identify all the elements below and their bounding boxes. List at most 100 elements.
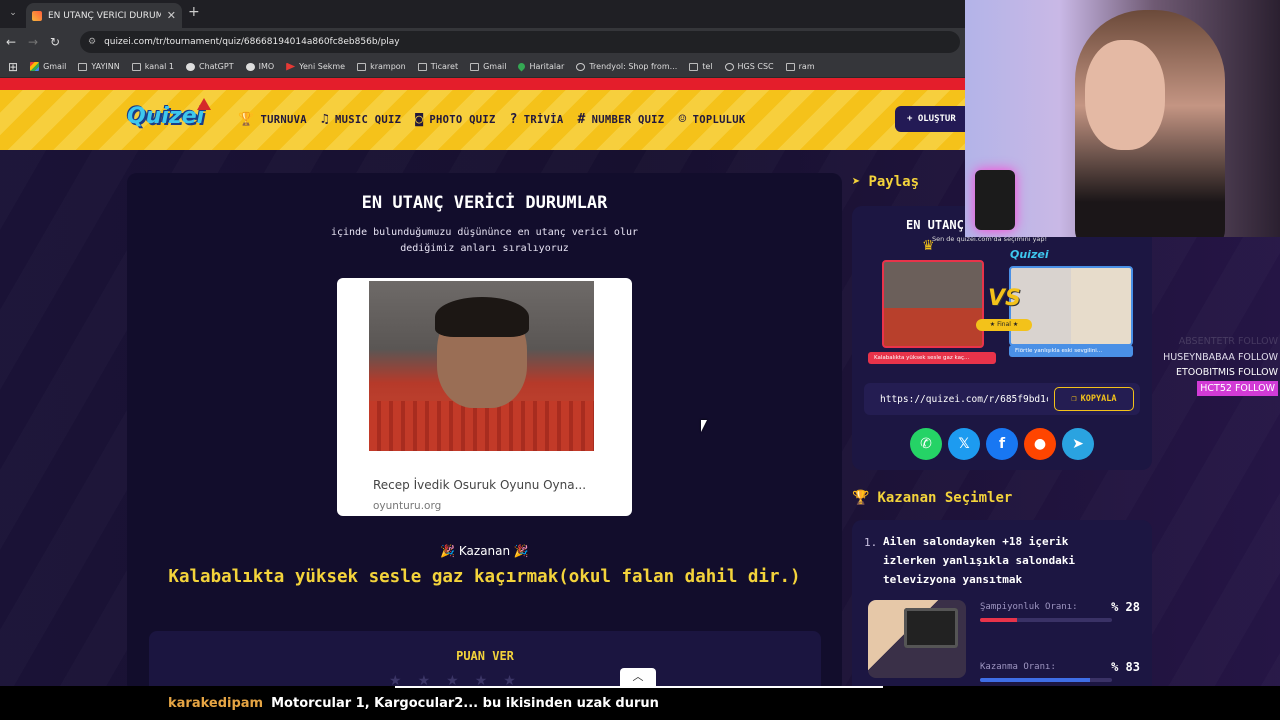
tab-favicon-icon (32, 10, 42, 21)
bookmark-imo[interactable]: IMO (245, 62, 274, 71)
bookmark-hgs[interactable]: HGS CSC (724, 62, 774, 71)
camera-icon: ◙ (415, 112, 424, 127)
tab-title: EN UTANÇ VERİCİ DURUMLAR (48, 10, 161, 21)
play-icon (286, 62, 296, 71)
share-left-image (882, 260, 984, 348)
folder-icon (357, 62, 367, 71)
top-strip (0, 78, 965, 90)
music-note-icon: ♫ (320, 112, 329, 127)
scroll-to-top-button[interactable]: ︿ (620, 668, 656, 686)
microphone (975, 170, 1015, 230)
bookmark-tel[interactable]: tel (689, 62, 713, 71)
whatsapp-icon[interactable]: ✆ (910, 428, 942, 460)
main-nav: 🏆 TURNUVA ♫ MUSIC QUIZ ◙ PHOTO QUIZ ? TRİVİA… (238, 112, 746, 127)
tab-search-icon[interactable]: ⌄ (6, 6, 20, 20)
share-card: EN UTANÇ Sen de quizei.com'da seçimini y… (852, 206, 1152, 470)
nav-music-quiz[interactable]: ♫ MUSIC QUIZ (321, 112, 401, 127)
bookmark-ram[interactable]: ram (785, 62, 815, 71)
nav-photo-quiz[interactable]: ◙ PHOTO QUIZ (415, 112, 495, 127)
nav-topluluk[interactable]: ☺ TOPLULUK (678, 112, 745, 127)
telegram-icon[interactable]: ➤ (1062, 428, 1094, 460)
maps-pin-icon (517, 61, 527, 72)
ticker-progress-line (395, 686, 883, 688)
chat-ticker: karakedipam Motorcular 1, Kargocular2...… (0, 686, 1280, 720)
follow-alert-highlight: HCT52 FOLLOW (1150, 380, 1278, 396)
win-rate-bar (980, 678, 1112, 682)
trophy-icon: 🏆 (238, 112, 255, 127)
chatgpt-icon (185, 62, 195, 71)
facebook-icon[interactable]: f (986, 428, 1018, 460)
copy-button[interactable]: ❐ KOPYALA (1054, 387, 1134, 411)
share-heading: ➤ Paylaş (852, 174, 920, 190)
champion-rate-fill (980, 618, 1017, 622)
folder-icon (689, 62, 699, 71)
rating-box: PUAN VER ★ ★ ★ ★ ★ (149, 631, 821, 688)
reload-icon[interactable]: ↻ (44, 35, 66, 49)
globe-icon (576, 62, 586, 71)
social-share-row: ✆ 𝕏 f ● ➤ (910, 428, 1094, 460)
champion-rate-label: Şampiyonluk Oranı: (980, 602, 1078, 612)
apps-icon[interactable]: ⊞ (8, 60, 18, 74)
bookmark-gmail[interactable]: Gmail (30, 62, 66, 71)
image-caption: Recep İvedik Osuruk Oyunu Oyna... (373, 478, 587, 492)
win-rate: Kazanma Oranı: % 83 (980, 660, 1140, 674)
address-bar[interactable]: ⚙ quizei.com/tr/tournament/quiz/68668194… (80, 31, 960, 53)
bookmark-trendyol[interactable]: Trendyol: Shop from... (576, 62, 677, 71)
nav-trivia[interactable]: ? TRİVİA (510, 112, 564, 127)
bookmark-yeni-sekme[interactable]: Yeni Sekme (286, 62, 345, 71)
chat-message: Motorcular 1, Kargocular2... bu ikisinde… (271, 695, 659, 711)
nav-turnuva[interactable]: 🏆 TURNUVA (238, 112, 307, 127)
browser-tab[interactable]: EN UTANÇ VERİCİ DURUMLAR ✕ (26, 3, 182, 28)
folder-icon (785, 62, 795, 71)
mouse-cursor (701, 420, 707, 432)
winner-choice-text: Ailen salondayken +18 içerik izlerken ya… (883, 535, 1076, 586)
bookmark-ticaret[interactable]: Ticaret (417, 62, 458, 71)
trophy-icon: 🏆 (852, 490, 870, 506)
hash-icon: # (577, 112, 586, 127)
winner-choice-item[interactable]: 1. Ailen salondayken +18 içerik izlerken… (852, 520, 1152, 688)
share-right-image (1009, 266, 1133, 346)
new-tab-icon[interactable]: + (188, 4, 200, 20)
bookmark-chatgpt[interactable]: ChatGPT (185, 62, 234, 71)
nav-number-quiz[interactable]: # NUMBER QUIZ (577, 112, 664, 127)
follow-alert: ABSENTETR FOLLOW (1178, 336, 1278, 347)
chevron-up-icon: ︿ (632, 670, 644, 683)
bookmark-kanal1[interactable]: kanal 1 (131, 62, 174, 71)
winner-text: Kalabalıkta yüksek sesle gaz kaçırmak(ok… (168, 567, 801, 587)
url-text: quizei.com/tr/tournament/quiz/6866819401… (104, 37, 400, 47)
forward-icon[interactable]: → (22, 35, 44, 49)
imo-icon (245, 62, 255, 71)
x-twitter-icon[interactable]: 𝕏 (948, 428, 980, 460)
address-toolbar: ← → ↻ ⚙ quizei.com/tr/tournament/quiz/68… (0, 28, 965, 56)
tab-close-icon[interactable]: ✕ (167, 9, 176, 22)
share-link-input[interactable]: https://quizei.com/r/685f9bd1c (880, 394, 1048, 405)
follow-alerts: ABSENTETR FOLLOW HUSEYNBABAA FOLLOW ETOO… (1150, 334, 1278, 396)
share-left-caption: Kalabalıkta yüksek sesle gaz kaç... (868, 352, 996, 364)
follow-alert: ETOOBITMIS FOLLOW (1175, 367, 1278, 378)
copy-icon: ❐ (1071, 394, 1077, 404)
bookmark-yayinn[interactable]: YAYINN (78, 62, 120, 71)
browser-tabbar: ⌄ EN UTANÇ VERİCİ DURUMLAR ✕ + (0, 0, 965, 28)
bookmark-haritalar[interactable]: Haritalar (517, 61, 564, 72)
bookmark-gmail-2[interactable]: Gmail (470, 62, 506, 71)
share-card-title: EN UTANÇ (906, 218, 964, 232)
follow-alert: HUSEYNBABAA FOLLOW (1163, 351, 1278, 363)
winner-photo (369, 281, 594, 451)
vs-badge: VS (988, 286, 1021, 311)
quiz-description: içinde bulunduğumuzu düşününce en utanç … (330, 227, 639, 254)
champion-rate: Şampiyonluk Oranı: % 28 (980, 600, 1140, 614)
send-icon: ➤ (852, 174, 861, 190)
back-icon[interactable]: ← (0, 35, 22, 49)
quiz-title: EN UTANÇ VERİCİ DURUMLAR (361, 193, 608, 213)
reddit-icon[interactable]: ● (1024, 428, 1056, 460)
site-info-icon[interactable]: ⚙ (88, 37, 96, 47)
quizei-logo[interactable]: Quizei (127, 98, 211, 134)
bookmark-krampon[interactable]: krampon (357, 62, 406, 71)
quiz-result-panel: EN UTANÇ VERİCİ DURUMLAR içinde bulunduğ… (127, 173, 842, 688)
globe-icon (724, 62, 734, 71)
site-navbar: Quizei 🏆 TURNUVA ♫ MUSIC QUIZ ◙ PHOTO QUIZ … (0, 90, 985, 150)
question-bubble-icon: ? (509, 112, 518, 127)
champion-rate-bar (980, 618, 1112, 622)
folder-icon (470, 62, 480, 71)
winner-image-card[interactable]: Recep İvedik Osuruk Oyunu Oyna... oyuntu… (337, 278, 632, 516)
